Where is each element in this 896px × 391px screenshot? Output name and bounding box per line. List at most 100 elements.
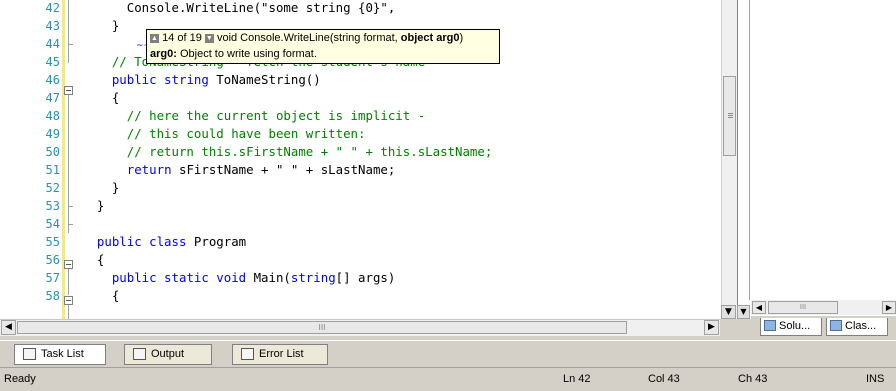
fold-guide: [68, 269, 69, 295]
code-token: [] args): [335, 270, 396, 285]
code-keyword: public class: [96, 234, 187, 249]
code-line[interactable]: // return this.sFirstName + " " + this.s…: [82, 143, 493, 161]
line-number: 49: [45, 127, 60, 141]
panel-divider: [749, 0, 750, 300]
code-comment: // here the current object is implicit -: [82, 108, 426, 123]
code-line[interactable]: // here the current object is implicit -: [82, 107, 425, 125]
collapse-toggle-icon[interactable]: −: [64, 296, 73, 305]
code-line[interactable]: Console.WriteLine("some string {0}",: [82, 0, 396, 17]
param-description: Object to write using format.: [176, 48, 317, 60]
code-token: ToNameString(): [208, 72, 321, 87]
change-indicator-bar: [62, 0, 65, 319]
code-line[interactable]: {: [82, 89, 119, 107]
line-number-gutter: 42 43 44 45 46 47 48 49 50 51 52 53 54 55 56 57 58: [0, 0, 66, 319]
code-line[interactable]: {: [82, 251, 104, 269]
code-keyword: public string: [111, 72, 209, 87]
tab-label: Solu...: [779, 320, 811, 332]
code-token: Console.WriteLine("some string {0}",: [82, 0, 396, 15]
signature-suffix: ): [459, 32, 464, 44]
line-number: 48: [45, 109, 60, 123]
tab-solution-explorer[interactable]: Solu...: [760, 318, 822, 336]
panel-scroll-left-button[interactable]: ◀: [752, 301, 766, 314]
line-number: 55: [45, 235, 60, 249]
grip-line: [728, 117, 733, 118]
tooltip-signature-row: ▲ 14 of 19 ▼ void Console.WriteLine(stri…: [150, 32, 463, 44]
tab-output[interactable]: Output: [124, 344, 212, 365]
code-keyword: string: [290, 270, 336, 285]
tab-task-list[interactable]: Task List: [14, 344, 106, 365]
code-keyword: return: [126, 162, 172, 177]
signature-prefix: void Console.WriteLine(string format,: [213, 32, 401, 44]
code-editor[interactable]: 42 43 44 45 46 47 48 49 50 51 52 53 54 55 56 57 58 Conso…: [0, 0, 737, 319]
fold-end-tick: [68, 224, 73, 225]
code-token: }: [82, 18, 120, 33]
code-token: {: [82, 288, 120, 303]
tab-label: Task List: [41, 348, 84, 360]
tab-label: Error List: [259, 348, 304, 360]
line-number: 46: [45, 73, 60, 87]
code-keyword: public static void: [111, 270, 247, 285]
panel-scroll-right-button[interactable]: ▶: [882, 301, 896, 314]
code-line[interactable]: return sFirstName + " " + sLastName;: [82, 161, 396, 179]
tab-error-list[interactable]: Error List: [232, 344, 328, 365]
line-number: 54: [45, 217, 60, 231]
overload-counter: 14 of 19: [162, 32, 202, 44]
line-number: 57: [45, 271, 60, 285]
tab-class-view[interactable]: Clas...: [826, 318, 888, 336]
line-number: 53: [45, 199, 60, 213]
vertical-scroll-thumb[interactable]: [723, 76, 736, 156]
status-insert-mode: INS: [866, 373, 885, 385]
param-name: arg0:: [150, 48, 177, 60]
parameter-info-tooltip: ▲ 14 of 19 ▼ void Console.WriteLine(stri…: [146, 29, 500, 64]
status-char: Ch 43: [738, 373, 768, 385]
collapse-toggle-icon[interactable]: −: [64, 260, 73, 269]
line-number: 47: [45, 91, 60, 105]
line-number: 42: [45, 1, 60, 15]
scroll-down-button[interactable]: ▼: [721, 305, 736, 319]
tab-label: Output: [151, 348, 185, 360]
code-token: {: [82, 252, 105, 267]
next-overload-icon[interactable]: ▼: [204, 33, 214, 43]
panel-scroll-thumb[interactable]: III: [768, 301, 838, 314]
code-line[interactable]: }: [82, 197, 104, 215]
code-line[interactable]: public string ToNameString(): [82, 71, 321, 89]
code-line[interactable]: }: [82, 17, 119, 35]
code-token: Main(: [246, 270, 291, 285]
code-line[interactable]: // this could have been written:: [82, 125, 366, 143]
horizontal-scroll-thumb[interactable]: III: [17, 321, 627, 334]
line-number: 50: [45, 145, 60, 159]
code-line[interactable]: public class Program: [82, 233, 246, 251]
code-line[interactable]: }: [82, 179, 119, 197]
solution-explorer-panel[interactable]: [737, 0, 896, 319]
class-view-icon: [830, 320, 842, 331]
signature-current-param: object arg0: [400, 32, 460, 44]
scroll-right-button[interactable]: ▶: [704, 320, 719, 335]
code-comment: // return this.sFirstName + " " + this.s…: [82, 144, 493, 159]
tooltip-param-row: arg0: Object to write using format.: [150, 48, 317, 60]
scrollbar-corner: [720, 319, 736, 336]
scroll-left-button[interactable]: ◀: [1, 320, 16, 335]
status-line: Ln 42: [563, 373, 591, 385]
line-number: 44: [45, 37, 60, 51]
line-number: 56: [45, 253, 60, 267]
smart-tag-squiggle-icon: ~~: [136, 41, 152, 51]
status-text: Ready: [4, 373, 36, 385]
task-list-icon: [23, 348, 36, 360]
collapse-toggle-icon[interactable]: −: [64, 86, 73, 95]
grip-line: [728, 115, 733, 116]
grip-line: [728, 113, 733, 114]
code-token: }: [82, 180, 120, 195]
code-token: sFirstName + " " + sLastName;: [171, 162, 396, 177]
line-number: 51: [45, 163, 60, 177]
code-line[interactable]: public static void Main(string[] args): [82, 269, 396, 287]
editor-vertical-scrollbar[interactable]: [721, 0, 737, 319]
code-line[interactable]: {: [82, 287, 119, 305]
line-number: 43: [45, 19, 60, 33]
output-icon: [133, 348, 146, 360]
panel-scroll-down-button[interactable]: ▼: [737, 305, 750, 319]
previous-overload-icon[interactable]: ▲: [150, 33, 159, 43]
